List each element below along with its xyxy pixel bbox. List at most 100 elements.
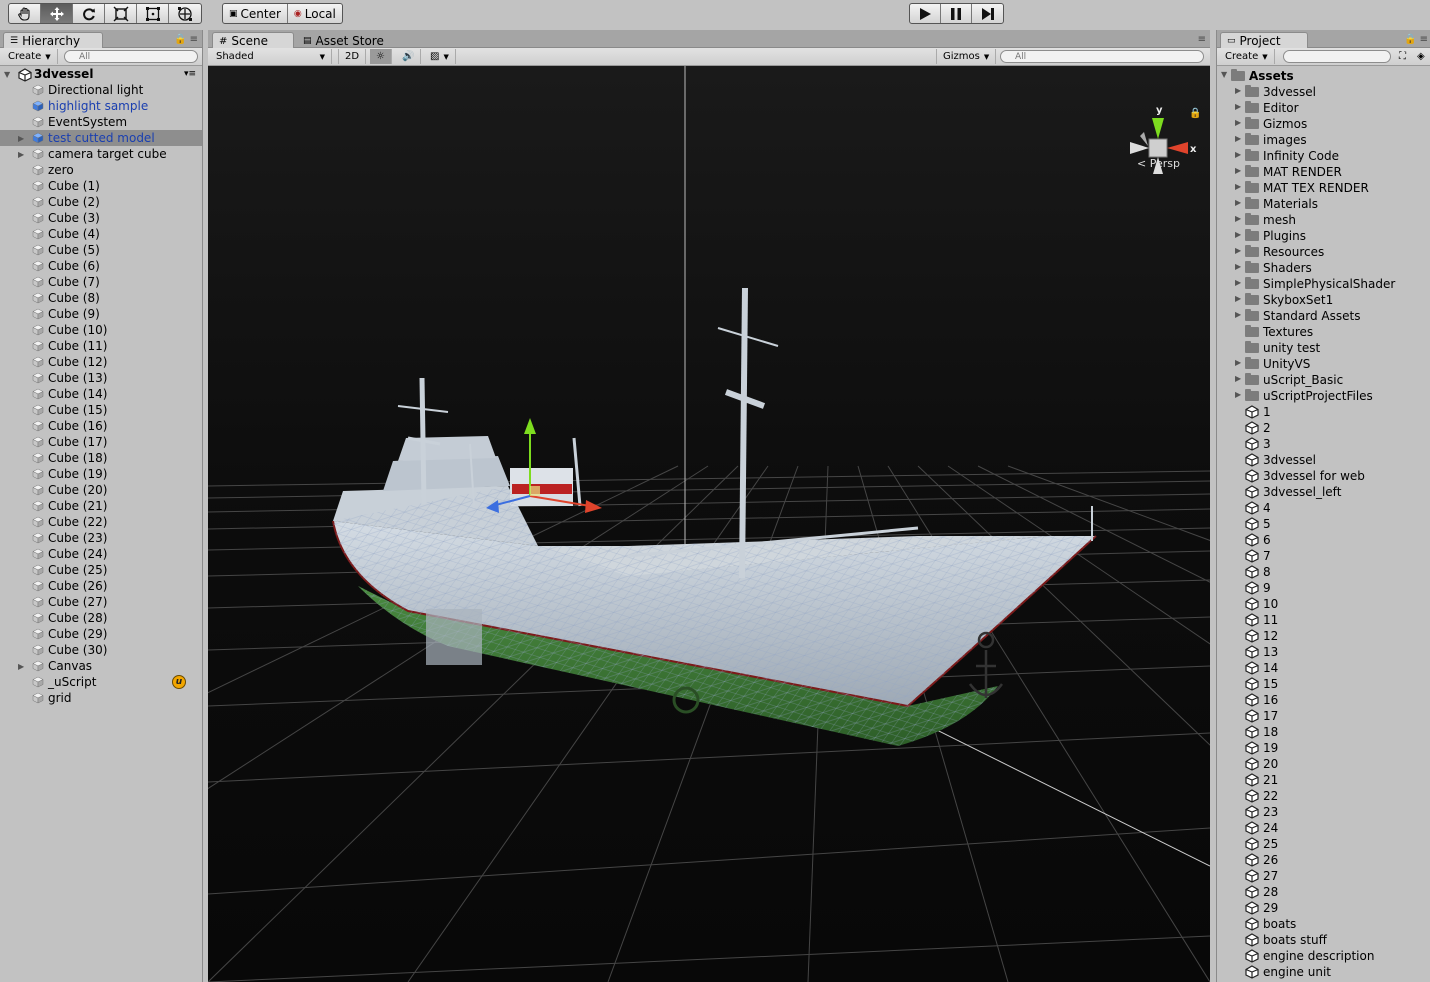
project-search-input[interactable] — [1283, 50, 1391, 63]
hierarchy-item[interactable]: Cube (27) — [0, 594, 202, 610]
expand-arrow-icon[interactable]: ▶ — [1235, 134, 1241, 143]
hierarchy-item[interactable]: highlight sample — [0, 98, 202, 114]
hierarchy-item[interactable]: EventSystem — [0, 114, 202, 130]
scene-asset[interactable]: 23 — [1217, 804, 1430, 820]
hierarchy-item[interactable]: Cube (17) — [0, 434, 202, 450]
scene-menu-icon[interactable]: ▾≡ — [184, 69, 196, 79]
hierarchy-item[interactable]: Cube (13) — [0, 370, 202, 386]
expand-arrow-icon[interactable]: ▶ — [18, 662, 24, 671]
mode-2d-toggle[interactable]: 2D — [338, 49, 367, 64]
play-icon[interactable] — [910, 4, 941, 23]
assets-root-folder[interactable]: ▼ Assets — [1217, 68, 1430, 84]
scene-asset[interactable]: 3 — [1217, 436, 1430, 452]
hierarchy-search-input[interactable] — [64, 50, 198, 63]
scene-asset[interactable]: engine unit — [1217, 964, 1430, 980]
scene-search-input[interactable] — [1000, 50, 1204, 63]
projection-label[interactable]: < Persp — [1137, 157, 1180, 170]
scale-icon[interactable] — [105, 4, 137, 23]
hierarchy-item[interactable]: Cube (2) — [0, 194, 202, 210]
hierarchy-item[interactable]: Cube (5) — [0, 242, 202, 258]
hierarchy-item[interactable]: ▶ camera target cube — [0, 146, 202, 162]
scene-asset[interactable]: boats — [1217, 916, 1430, 932]
expand-arrow-icon[interactable]: ▶ — [18, 150, 24, 159]
expand-arrow-icon[interactable]: ▶ — [1235, 294, 1241, 303]
scene-asset[interactable]: 17 — [1217, 708, 1430, 724]
scene-asset[interactable]: 13 — [1217, 644, 1430, 660]
pivot-center-button[interactable]: ▣ Center — [223, 4, 288, 23]
hierarchy-item[interactable]: Cube (11) — [0, 338, 202, 354]
expand-arrow-icon[interactable]: ▶ — [1235, 358, 1241, 367]
project-folder[interactable]: ▶ images — [1217, 132, 1430, 148]
project-folder[interactable]: ▶ SkyboxSet1 — [1217, 292, 1430, 308]
project-panel-menu-icon[interactable]: 🔒 ≡ — [1404, 34, 1428, 45]
hierarchy-item[interactable]: Cube (30) — [0, 642, 202, 658]
scene-asset[interactable]: 22 — [1217, 788, 1430, 804]
expand-arrow-icon[interactable]: ▶ — [1235, 86, 1241, 95]
audio-toggle[interactable]: 🔊 — [396, 49, 422, 64]
rotate-icon[interactable] — [73, 4, 105, 23]
expand-arrow-icon[interactable]: ▶ — [18, 134, 24, 143]
project-folder[interactable]: ▶ uScriptProjectFiles — [1217, 388, 1430, 404]
filter-by-type-icon[interactable]: ⛶ — [1399, 51, 1406, 62]
expand-arrow-icon[interactable]: ▶ — [1235, 166, 1241, 175]
hierarchy-item[interactable]: Cube (23) — [0, 530, 202, 546]
tab-asset-store[interactable]: ▤ Asset Store — [296, 32, 396, 49]
scene-asset[interactable]: 3dvessel — [1217, 452, 1430, 468]
hierarchy-item[interactable]: Cube (21) — [0, 498, 202, 514]
scene-asset[interactable]: 7 — [1217, 548, 1430, 564]
hierarchy-item[interactable]: Cube (25) — [0, 562, 202, 578]
project-folder[interactable]: ▶ MAT TEX RENDER — [1217, 180, 1430, 196]
scene-asset[interactable]: 14 — [1217, 660, 1430, 676]
hierarchy-item[interactable]: Cube (18) — [0, 450, 202, 466]
project-folder[interactable]: ▶ Editor — [1217, 100, 1430, 116]
scene-asset[interactable]: 11 — [1217, 612, 1430, 628]
draw-mode-dropdown[interactable]: Shaded ▼ — [210, 49, 332, 64]
project-folder[interactable]: ▶ 3dvessel — [1217, 84, 1430, 100]
scene-asset[interactable]: 12 — [1217, 628, 1430, 644]
hierarchy-item[interactable]: Cube (20) — [0, 482, 202, 498]
hierarchy-item[interactable]: Cube (19) — [0, 466, 202, 482]
project-folder[interactable]: ▶ UnityVS — [1217, 356, 1430, 372]
expand-arrow-icon[interactable]: ▶ — [1235, 150, 1241, 159]
scene-asset[interactable]: boats stuff — [1217, 932, 1430, 948]
hierarchy-item[interactable]: ▶ test cutted model — [0, 130, 202, 146]
expand-arrow-icon[interactable]: ▶ — [1235, 102, 1241, 111]
scene-panel-menu-icon[interactable]: ≡ — [1198, 34, 1206, 45]
hierarchy-item[interactable]: Cube (3) — [0, 210, 202, 226]
uscript-badge-icon[interactable]: u — [172, 675, 186, 689]
hierarchy-item[interactable]: Cube (16) — [0, 418, 202, 434]
hierarchy-item[interactable]: Cube (12) — [0, 354, 202, 370]
project-folder[interactable]: ▶ Standard Assets — [1217, 308, 1430, 324]
hierarchy-item[interactable]: Cube (9) — [0, 306, 202, 322]
expand-arrow-icon[interactable]: ▶ — [1235, 310, 1241, 319]
hierarchy-item[interactable]: ▶ Canvas — [0, 658, 202, 674]
project-folder[interactable]: ▶ Infinity Code — [1217, 148, 1430, 164]
project-folder[interactable]: ▶ uScript_Basic — [1217, 372, 1430, 388]
scene-asset[interactable]: 27 — [1217, 868, 1430, 884]
project-folder[interactable]: ▶ Materials — [1217, 196, 1430, 212]
hierarchy-item[interactable]: Cube (24) — [0, 546, 202, 562]
scene-asset[interactable]: 4 — [1217, 500, 1430, 516]
expand-arrow-icon[interactable]: ▶ — [1235, 246, 1241, 255]
hierarchy-item[interactable]: Cube (28) — [0, 610, 202, 626]
expand-arrow-icon[interactable]: ▶ — [1235, 118, 1241, 127]
scene-asset[interactable]: 26 — [1217, 852, 1430, 868]
tab-scene[interactable]: # Scene — [212, 32, 294, 49]
project-folder[interactable]: ▶ MAT RENDER — [1217, 164, 1430, 180]
project-folder[interactable]: ▶ Resources — [1217, 244, 1430, 260]
scene-asset[interactable]: 15 — [1217, 676, 1430, 692]
hierarchy-item[interactable]: Cube (29) — [0, 626, 202, 642]
pause-icon[interactable] — [941, 4, 972, 23]
hierarchy-create-button[interactable]: Create ▼ — [2, 49, 58, 64]
scene-asset[interactable]: engine description — [1217, 948, 1430, 964]
expand-arrow-icon[interactable]: ▼ — [4, 70, 10, 79]
project-folder[interactable]: Textures — [1217, 324, 1430, 340]
lock-icon[interactable]: 🔒 — [1189, 107, 1201, 119]
rect-icon[interactable] — [137, 4, 169, 23]
hand-icon[interactable] — [9, 4, 41, 23]
lighting-toggle[interactable]: ☼ — [370, 49, 392, 64]
scene-asset[interactable]: 6 — [1217, 532, 1430, 548]
scene-root-item[interactable]: ▼ 3dvessel ▾≡ — [0, 66, 202, 82]
scene-asset[interactable]: 25 — [1217, 836, 1430, 852]
transform-icon[interactable] — [169, 4, 201, 23]
